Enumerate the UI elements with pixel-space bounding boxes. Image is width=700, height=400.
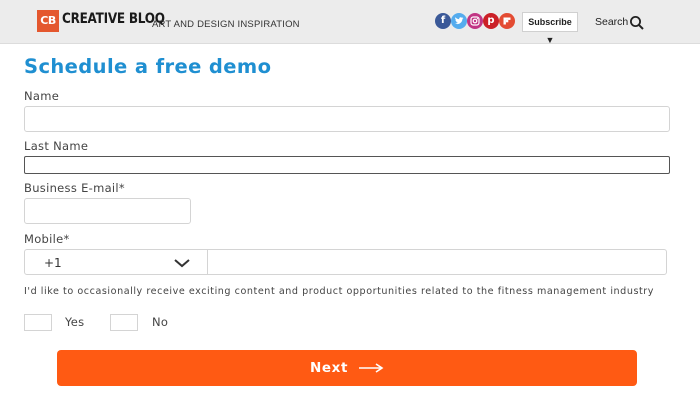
search-label: Search [595,16,629,28]
flipboard-icon[interactable] [499,13,515,29]
search-icon [630,16,644,30]
country-code-select[interactable]: +1 [24,249,208,275]
name-input[interactable] [24,106,670,132]
logo-badge[interactable]: CB [37,10,59,32]
form-title: Schedule a free demo [24,55,272,78]
email-label: Business E-mail* [24,181,125,195]
consent-text: I'd like to occasionally receive excitin… [24,286,655,297]
name-label: Name [24,89,60,103]
mobile-label: Mobile* [24,232,70,246]
facebook-icon[interactable]: f [435,13,451,29]
arrow-right-icon [359,363,384,373]
yes-checkbox[interactable] [24,314,52,331]
no-checkbox[interactable] [110,314,138,331]
instagram-icon[interactable] [467,13,483,29]
phone-input[interactable] [207,249,667,275]
logo-name[interactable]: CREATIVE BLOQ [62,11,165,27]
site-tagline: ART AND DESIGN INSPIRATION [152,19,300,30]
mobile-field: +1 [24,249,667,275]
yes-label: Yes [65,315,85,329]
country-code-value: +1 [44,256,62,270]
last-name-input[interactable] [24,156,670,174]
next-button[interactable]: Next [57,350,637,386]
twitter-icon[interactable] [451,13,467,29]
chevron-down-icon [174,259,190,268]
email-input[interactable] [24,198,191,224]
subscribe-button[interactable]: Subscribe ▼ [522,12,578,45]
pinterest-icon[interactable]: p [483,13,499,29]
last-name-label: Last Name [24,139,89,153]
site-header: CB CREATIVE BLOQ ART AND DESIGN INSPIRAT… [0,0,700,45]
no-label: No [152,315,169,329]
next-label: Next [309,360,348,376]
